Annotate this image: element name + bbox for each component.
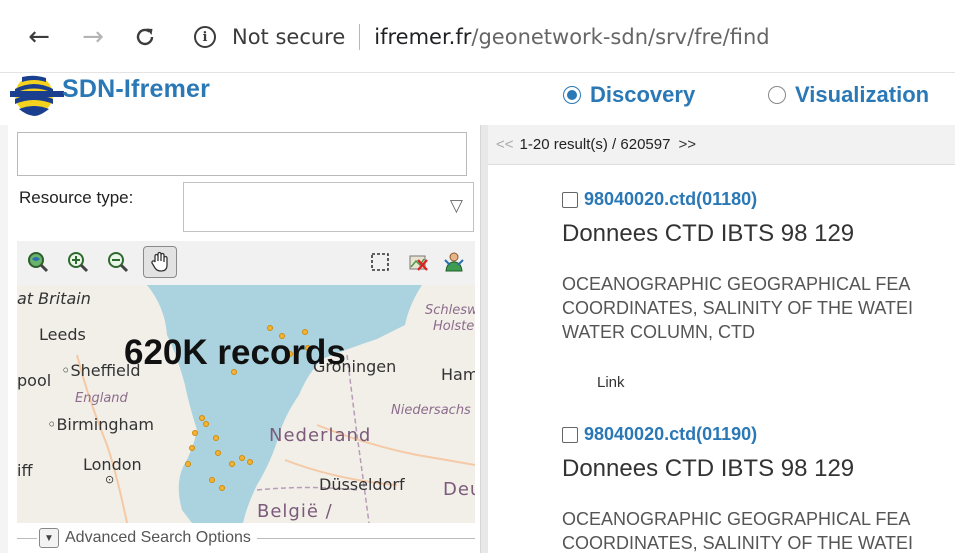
record-id-link[interactable]: 98040020.ctd(01180)	[584, 189, 757, 210]
security-status: Not secure	[232, 25, 346, 49]
panel-splitter[interactable]	[480, 125, 488, 553]
map-label-london: London	[83, 455, 142, 474]
radio-selected-icon[interactable]	[563, 86, 581, 104]
dropdown-arrow-icon[interactable]: ▽	[450, 196, 463, 216]
advanced-search-label[interactable]: Advanced Search Options	[65, 529, 251, 547]
record-keyword-line: COORDINATES, SALINITY OF THE WATEI	[562, 298, 914, 318]
record-title[interactable]: Donnees CTD IBTS 98 129	[562, 455, 955, 483]
data-marker[interactable]	[209, 477, 215, 483]
resource-type-label: Resource type:	[19, 188, 134, 207]
results-count: 1-20 result(s) / 620597	[519, 136, 671, 153]
data-marker[interactable]	[219, 485, 225, 491]
map-label-iff: iff	[17, 461, 33, 480]
data-marker[interactable]	[247, 459, 253, 465]
search-map[interactable]: at Britain Leeds ◦Sheffield pool England…	[17, 285, 475, 523]
divider	[256, 537, 475, 539]
data-marker[interactable]	[267, 325, 273, 331]
advanced-search-toggle[interactable]: ▼ Advanced Search Options	[17, 523, 475, 553]
map-label-nederland: Nederland	[269, 425, 372, 446]
record-keywords: OCEANOGRAPHIC GEOGRAPHICAL FEA COORDINAT…	[562, 272, 955, 344]
record-keyword-line: OCEANOGRAPHIC GEOGRAPHICAL FEA	[562, 509, 911, 529]
layer-people-icon[interactable]	[437, 246, 471, 278]
back-arrow-icon[interactable]: ←	[22, 20, 56, 54]
url-domain: ifremer.fr	[374, 25, 472, 49]
map-label-birmingham: ◦Birmingham	[47, 415, 155, 434]
expand-chevron-icon[interactable]: ▼	[39, 528, 59, 548]
map-label-deu: Deu	[443, 479, 475, 500]
discovery-label[interactable]: Discovery	[590, 82, 695, 108]
map-label-pool: pool	[17, 371, 52, 390]
record-id-link[interactable]: 98040020.ctd(01190)	[584, 424, 757, 445]
record-link[interactable]: Link	[597, 374, 955, 391]
map-label-schleswig: Schlesw	[425, 303, 475, 318]
data-marker[interactable]	[215, 450, 221, 456]
url-text[interactable]: ifremer.fr/geonetwork-sdn/srv/fre/find	[374, 25, 769, 49]
records-count-overlay: 620K records	[124, 333, 346, 372]
map-label-birmingham-text: Birmingham	[56, 415, 155, 434]
resource-type-select[interactable]: ▽	[183, 182, 474, 232]
app-header: SDN-Ifremer Discovery Visualization	[0, 73, 955, 125]
map-label-belgie: België /	[257, 501, 333, 522]
divider	[17, 537, 37, 539]
discovery-mode-radio[interactable]: Discovery	[563, 82, 695, 108]
radio-unselected-icon[interactable]	[768, 86, 786, 104]
zoom-to-extent-icon[interactable]	[21, 246, 55, 278]
result-record: 98040020.ctd(01190) Donnees CTD IBTS 98 …	[562, 424, 955, 553]
map-label-great-britain: at Britain	[17, 289, 91, 308]
browser-toolbar: ← → i Not secure ifremer.fr/geonetwork-s…	[0, 0, 955, 73]
site-logo-text[interactable]: SDN-Ifremer	[62, 75, 210, 104]
clear-selection-icon[interactable]	[401, 246, 435, 278]
zoom-out-icon[interactable]	[101, 246, 135, 278]
record-checkbox[interactable]	[562, 426, 578, 443]
data-marker[interactable]	[199, 415, 205, 421]
visualization-label[interactable]: Visualization	[795, 82, 929, 108]
record-checkbox[interactable]	[562, 191, 578, 208]
left-edge	[0, 125, 8, 553]
result-record: 98040020.ctd(01180) Donnees CTD IBTS 98 …	[562, 189, 955, 391]
seadatanet-globe-logo-icon[interactable]	[10, 73, 64, 117]
search-input[interactable]	[17, 132, 467, 176]
reload-icon-glyph	[136, 28, 154, 46]
results-pager: << 1-20 result(s) / 620597 >>	[488, 125, 955, 165]
data-marker[interactable]	[192, 430, 198, 436]
map-label-holstein: Holste	[433, 319, 475, 334]
record-keyword-line: OCEANOGRAPHIC GEOGRAPHICAL FEA	[562, 274, 911, 294]
map-label-leeds: Leeds	[39, 325, 86, 344]
zoom-in-icon[interactable]	[61, 246, 95, 278]
data-marker[interactable]	[185, 461, 191, 467]
search-panel: Resource type: ▽ at Britain Leeds ◦Sheff…	[0, 125, 480, 553]
url-path: /geonetwork-sdn/srv/fre/find	[471, 25, 770, 49]
map-label-niedersachsen: Niedersachs	[391, 403, 471, 418]
map-label-dusseldorf: Düsseldorf	[319, 475, 405, 494]
data-marker[interactable]	[203, 421, 209, 427]
results-panel: << 1-20 result(s) / 620597 >> 98040020.c…	[488, 125, 955, 553]
data-marker[interactable]	[213, 435, 219, 441]
map-label-england: England	[75, 391, 128, 406]
pan-hand-icon[interactable]	[143, 246, 177, 278]
previous-page-button[interactable]: <<	[496, 136, 514, 153]
data-marker[interactable]	[189, 445, 195, 451]
london-marker-icon: ⊙	[105, 473, 115, 486]
url-separator	[359, 24, 361, 50]
map-label-ham: Ham	[441, 365, 475, 384]
next-page-button[interactable]: >>	[678, 136, 696, 153]
record-title[interactable]: Donnees CTD IBTS 98 129	[562, 220, 955, 248]
address-bar[interactable]: i Not secure ifremer.fr/geonetwork-sdn/s…	[180, 14, 955, 60]
map-toolbar	[17, 241, 475, 285]
data-marker[interactable]	[229, 461, 235, 467]
forward-arrow-icon[interactable]: →	[76, 20, 110, 54]
record-keyword-line: COORDINATES, SALINITY OF THE WATEI	[562, 533, 914, 553]
data-marker[interactable]	[239, 455, 245, 461]
record-keyword-line: WATER COLUMN, CTD	[562, 322, 755, 342]
record-keywords: OCEANOGRAPHIC GEOGRAPHICAL FEA COORDINAT…	[562, 507, 955, 553]
visualization-mode-radio[interactable]: Visualization	[768, 82, 929, 108]
info-icon[interactable]: i	[194, 26, 216, 48]
reload-icon[interactable]	[128, 20, 162, 54]
select-box-icon[interactable]	[363, 246, 397, 278]
